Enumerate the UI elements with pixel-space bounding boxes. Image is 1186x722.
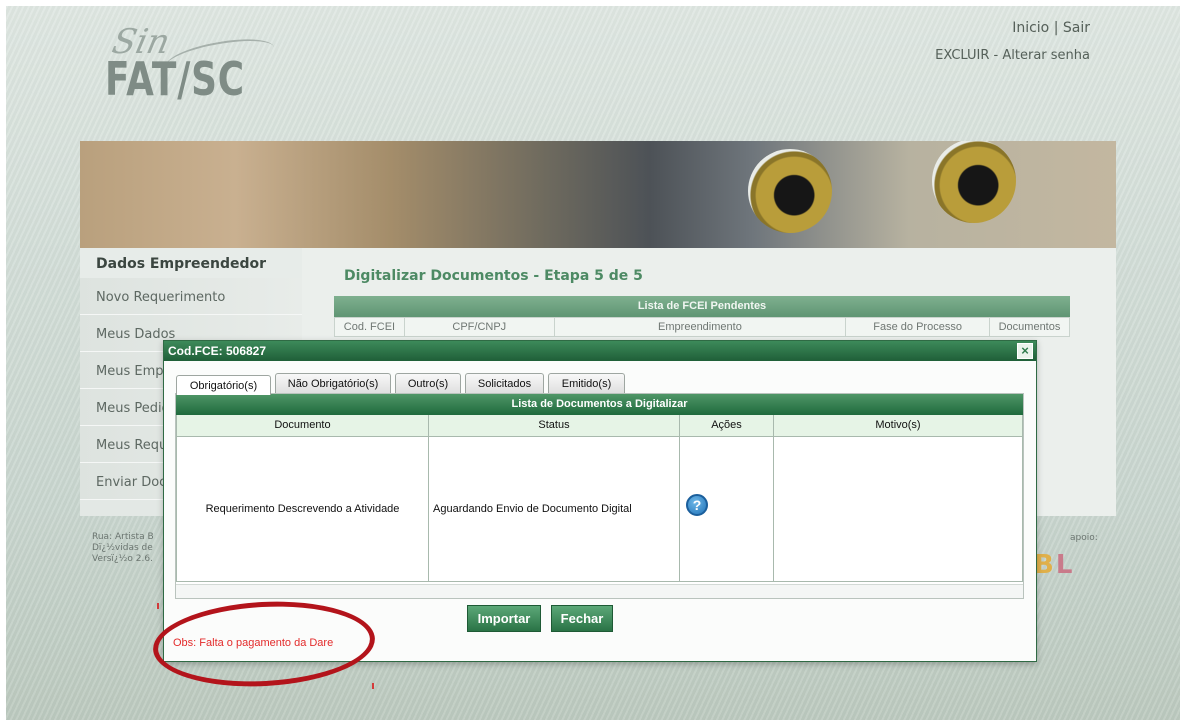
footer-line: Dï¿½vidas de [92, 543, 153, 553]
footer-apoio: apoio: [1070, 533, 1098, 543]
table-row: Requerimento Descrevendo a Atividade Agu… [176, 435, 1023, 582]
fcei-col-cod: Cod. FCEI [334, 317, 405, 337]
link-separator: | [1053, 20, 1059, 36]
fcei-col-documentos: Documentos [989, 317, 1070, 337]
sinfat-logo[interactable]: Sin FAT/SC [105, 22, 285, 112]
tab-solicitados[interactable]: Solicitados [465, 373, 544, 394]
footer-address: Rua: Artista B Dï¿½vidas de Versï¿½o 2.6… [92, 532, 154, 565]
top-links: Inicio | Sair EXCLUIR - Alterar senha [935, 20, 1090, 63]
doc-col-status: Status [428, 415, 680, 437]
documents-table-caption: Lista de Documentos a Digitalizar [176, 394, 1023, 415]
footer-line: Versï¿½o 2.6. [92, 554, 153, 564]
link-inicio[interactable]: Inicio [1012, 20, 1049, 36]
link-alterar-senha[interactable]: Alterar senha [1002, 48, 1090, 63]
doc-cell-acoes: ? [679, 435, 774, 582]
close-button[interactable]: Fechar [551, 605, 613, 632]
tab-obrigatorios[interactable]: Obrigatório(s) [176, 375, 271, 395]
logo-main-text: FAT/SC [105, 52, 245, 106]
fcei-pending-table: Lista de FCEI Pendentes Cod. FCEI CPF/CN… [334, 296, 1070, 337]
link-sair[interactable]: Sair [1063, 20, 1090, 36]
dialog-title: Cod.FCE: 506827 [168, 344, 267, 358]
red-tick-mark [372, 683, 374, 689]
page-title: Digitalizar Documentos - Etapa 5 de 5 [344, 268, 643, 284]
fcei-col-empreendimento: Empreendimento [553, 317, 847, 337]
dialog-titlebar: Cod.FCE: 506827 × [164, 341, 1036, 361]
doc-cell-documento: Requerimento Descrevendo a Atividade [176, 435, 429, 582]
footer-logo-letter: B [1034, 550, 1056, 580]
red-tick-mark [157, 603, 159, 609]
owl-eye-right [932, 141, 1016, 223]
close-icon[interactable]: × [1017, 343, 1033, 359]
help-icon[interactable]: ? [686, 494, 708, 516]
panel-scroll-strip [176, 584, 1023, 598]
sidebar-title: Dados Empreendedor [80, 248, 302, 278]
link-excluir[interactable]: EXCLUIR [935, 48, 989, 63]
tab-emitidos[interactable]: Emitido(s) [548, 373, 625, 394]
fcei-col-fase: Fase do Processo [845, 317, 990, 337]
documents-panel: Lista de Documentos a Digitalizar Docume… [175, 393, 1024, 599]
link-dash: - [993, 48, 999, 63]
footer-line: Rua: Artista B [92, 532, 154, 542]
tab-outros[interactable]: Outro(s) [395, 373, 461, 394]
documents-table: Lista de Documentos a Digitalizar Docume… [176, 394, 1023, 582]
doc-cell-motivo [773, 435, 1023, 582]
tab-nao-obrigatorios[interactable]: Não Obrigatório(s) [275, 373, 391, 394]
import-button[interactable]: Importar [467, 605, 541, 632]
doc-col-motivos: Motivo(s) [773, 415, 1023, 437]
fcei-col-cpf: CPF/CNPJ [403, 317, 555, 337]
doc-col-documento: Documento [176, 415, 429, 437]
fcei-table-caption: Lista de FCEI Pendentes [334, 296, 1070, 317]
sidebar-item-novo-requerimento[interactable]: Novo Requerimento [80, 278, 302, 315]
owl-banner [80, 141, 1116, 248]
footer-logo-letter: L [1055, 550, 1075, 580]
doc-col-acoes: Ações [679, 415, 774, 437]
owl-eye-left [748, 149, 832, 233]
doc-cell-status: Aguardando Envio de Documento Digital [428, 435, 680, 582]
